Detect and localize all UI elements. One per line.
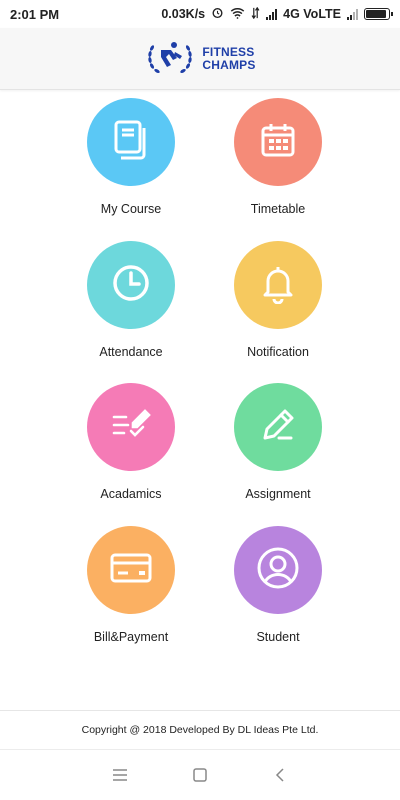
signal-icon-2 — [347, 8, 358, 20]
user-circle-icon — [255, 545, 301, 596]
notification-label: Notification — [247, 345, 309, 359]
laurel-runner-logo-icon — [144, 36, 196, 81]
network-speed: 0.03K/s — [161, 7, 206, 21]
menu-notification[interactable]: Notification — [203, 241, 353, 371]
menu-my-course[interactable]: My Course — [56, 98, 206, 228]
system-nav-bar — [0, 750, 400, 800]
bell-icon — [258, 262, 298, 309]
home-square-icon[interactable] — [185, 760, 215, 790]
my-course-circle[interactable] — [87, 98, 175, 186]
network-type: 4G VoLTE — [283, 7, 341, 21]
book-icon — [111, 119, 151, 166]
attendance-circle[interactable] — [87, 241, 175, 329]
assignment-label: Assignment — [245, 487, 311, 501]
timetable-label: Timetable — [250, 202, 306, 216]
academics-circle[interactable] — [87, 383, 175, 471]
academics-label: Acadamics — [100, 487, 162, 501]
logo-line2: CHAMPS — [202, 57, 256, 72]
pencil-icon — [257, 404, 299, 451]
menu-icon[interactable] — [105, 760, 135, 790]
bill-payment-circle[interactable] — [87, 526, 175, 614]
assignment-circle[interactable] — [234, 383, 322, 471]
timetable-circle[interactable] — [234, 98, 322, 186]
notification-circle[interactable] — [234, 241, 322, 329]
status-indicators: 0.03K/s 4G VoLTE — [161, 6, 393, 22]
app-logo: FITNESS CHAMPS — [144, 36, 255, 81]
copyright-text: Copyright @ 2018 Developed By DL Ideas P… — [81, 724, 319, 736]
menu-bill-payment[interactable]: Bill&Payment — [56, 526, 206, 656]
status-bar: 2:01 PM 0.03K/s 4G VoLTE — [0, 0, 400, 28]
menu-student[interactable]: Student — [203, 526, 353, 656]
alarm-icon — [211, 6, 224, 22]
signal-icon-1 — [266, 8, 278, 20]
student-label: Student — [256, 630, 300, 644]
menu-timetable[interactable]: Timetable — [203, 98, 353, 228]
menu-attendance[interactable]: Attendance — [56, 241, 206, 371]
battery-icon — [364, 8, 393, 20]
student-circle[interactable] — [234, 526, 322, 614]
logo-line1: FITNESS — [202, 44, 255, 59]
checklist-edit-icon — [109, 405, 153, 450]
back-chevron-icon[interactable] — [265, 760, 295, 790]
menu-academics[interactable]: Acadamics — [56, 383, 206, 513]
data-transfer-icon — [251, 6, 260, 22]
status-time: 2:01 PM — [10, 6, 60, 22]
attendance-label: Attendance — [99, 345, 163, 359]
calendar-icon — [258, 120, 298, 165]
my-course-label: My Course — [100, 202, 162, 216]
credit-card-icon — [109, 551, 153, 590]
footer: Copyright @ 2018 Developed By DL Ideas P… — [0, 710, 400, 750]
bill-payment-label: Bill&Payment — [93, 630, 169, 644]
wifi-icon — [230, 7, 245, 22]
logo-text: FITNESS CHAMPS — [202, 44, 256, 72]
app-header: FITNESS CHAMPS — [0, 28, 400, 90]
menu-assignment[interactable]: Assignment — [203, 383, 353, 513]
clock-icon — [110, 262, 152, 309]
